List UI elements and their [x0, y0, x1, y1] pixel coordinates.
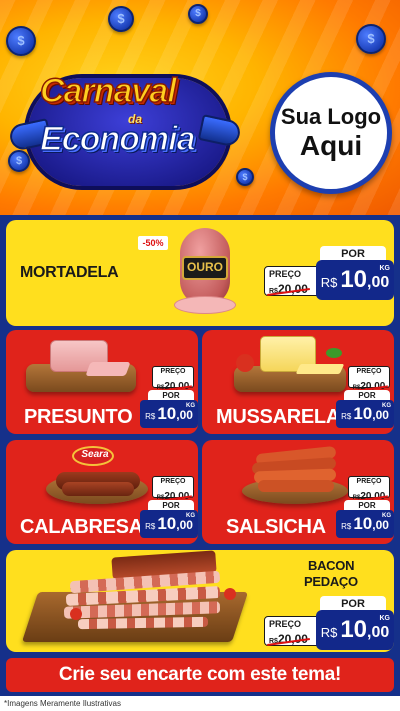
new-price: R$ 10,00 KG — [336, 510, 394, 538]
unit-label: KG — [382, 513, 391, 519]
new-price: R$ 10,00 KG — [140, 400, 198, 428]
old-price-value: R$20,00 — [269, 282, 308, 299]
new-price: R$ 10,00 KG — [316, 610, 394, 650]
logo-text-line2: Aqui — [299, 130, 363, 161]
title-carnaval: Carnaval — [39, 71, 177, 111]
unit-label: KG — [186, 513, 195, 519]
title-economia: Economia — [39, 119, 196, 159]
create-flyer-button[interactable]: Crie seu encarte com este tema! — [6, 658, 394, 692]
old-price: PREÇO R$20,00 — [348, 476, 390, 502]
price-block: PREÇO R$20,00 POR R$ 10,00 KG — [264, 596, 394, 652]
store-logo-placeholder[interactable]: Sua Logo Aqui — [270, 72, 392, 194]
new-price: R$ 10,00 KG — [316, 260, 394, 300]
old-price: PREÇO R$20,00 — [264, 266, 322, 296]
presunto-image — [26, 334, 136, 400]
unit-label: KG — [186, 403, 195, 409]
calabresa-image: Seara — [42, 446, 152, 508]
old-price: PREÇO R$20,00 — [152, 476, 194, 502]
product-name: PRESUNTO — [24, 406, 133, 428]
product-name: MORTADELA — [20, 264, 119, 281]
old-price-label: PREÇO — [356, 368, 382, 375]
price-block: PREÇO R$20,00 POR R$ 10,00 KG — [336, 366, 394, 430]
product-card-bacon[interactable]: BACON PEDAÇO PREÇO R$20,00 POR R$ 10,00 K… — [6, 550, 394, 652]
product-name: CALABRESA — [20, 516, 143, 538]
coin-icon: $ — [188, 4, 208, 24]
old-price: PREÇO R$20,00 — [348, 366, 390, 392]
product-name: MUSSARELA — [216, 406, 340, 428]
old-price-label: PREÇO — [269, 269, 302, 279]
product-name-line2: PEDAÇO — [304, 574, 358, 589]
product-card-mussarela[interactable]: MUSSARELA PREÇO R$20,00 POR R$ 10,00 KG — [202, 330, 394, 434]
product-card-presunto[interactable]: PRESUNTO PREÇO R$20,00 POR R$ 10,00 KG — [6, 330, 198, 434]
disclaimer-text: *Imagens Meramente Ilustrativas — [0, 696, 400, 711]
price-block: PREÇO R$20,00 POR R$ 10,00 KG — [140, 476, 198, 540]
coin-icon: $ — [356, 24, 386, 54]
unit-label: KG — [382, 403, 391, 409]
old-price-label: PREÇO — [160, 368, 186, 375]
old-price-label: PREÇO — [160, 478, 186, 485]
logo-text-line1: Sua Logo — [280, 104, 382, 129]
brand-label: Seara — [81, 449, 109, 460]
old-price-label: PREÇO — [269, 619, 302, 629]
bacon-image — [21, 550, 249, 650]
product-card-mortadela[interactable]: MORTADELA OURO PREÇO R$20,00 POR R$ 10,00… — [6, 220, 394, 326]
coin-icon: $ — [6, 26, 36, 56]
unit-label: KG — [379, 615, 391, 622]
product-name: SALSICHA — [226, 516, 326, 538]
old-price-label: PREÇO — [356, 478, 382, 485]
discount-badge: -50% — [138, 236, 168, 250]
price-block: PREÇO R$20,00 POR R$ 10,00 KG — [264, 246, 394, 310]
mortadela-image: OURO — [174, 228, 236, 316]
header-banner: $ $ $ $ $ $ Carnaval da Economia Sua Log… — [0, 0, 400, 215]
price-block: PREÇO R$20,00 POR R$ 10,00 KG — [336, 476, 394, 540]
price-block: PREÇO R$20,00 POR R$ 10,00 KG — [140, 366, 198, 430]
old-price: PREÇO R$20,00 — [264, 616, 322, 646]
old-price-value: R$20,00 — [269, 632, 308, 649]
coin-icon: $ — [108, 6, 134, 32]
old-price: PREÇO R$20,00 — [152, 366, 194, 392]
brand-label: OURO — [187, 260, 223, 274]
unit-label: KG — [379, 265, 391, 272]
carnaval-da-economia-logo: Carnaval da Economia — [7, 60, 250, 190]
product-card-calabresa[interactable]: Seara CALABRESA PREÇO R$20,00 POR R$ 10,0… — [6, 440, 198, 544]
mussarela-image — [230, 332, 350, 400]
product-card-salsicha[interactable]: SALSICHA PREÇO R$20,00 POR R$ 10,00 KG — [202, 440, 394, 544]
new-price: R$ 10,00 KG — [336, 400, 394, 428]
product-name-line1: BACON — [308, 558, 355, 573]
new-price: R$ 10,00 KG — [140, 510, 198, 538]
